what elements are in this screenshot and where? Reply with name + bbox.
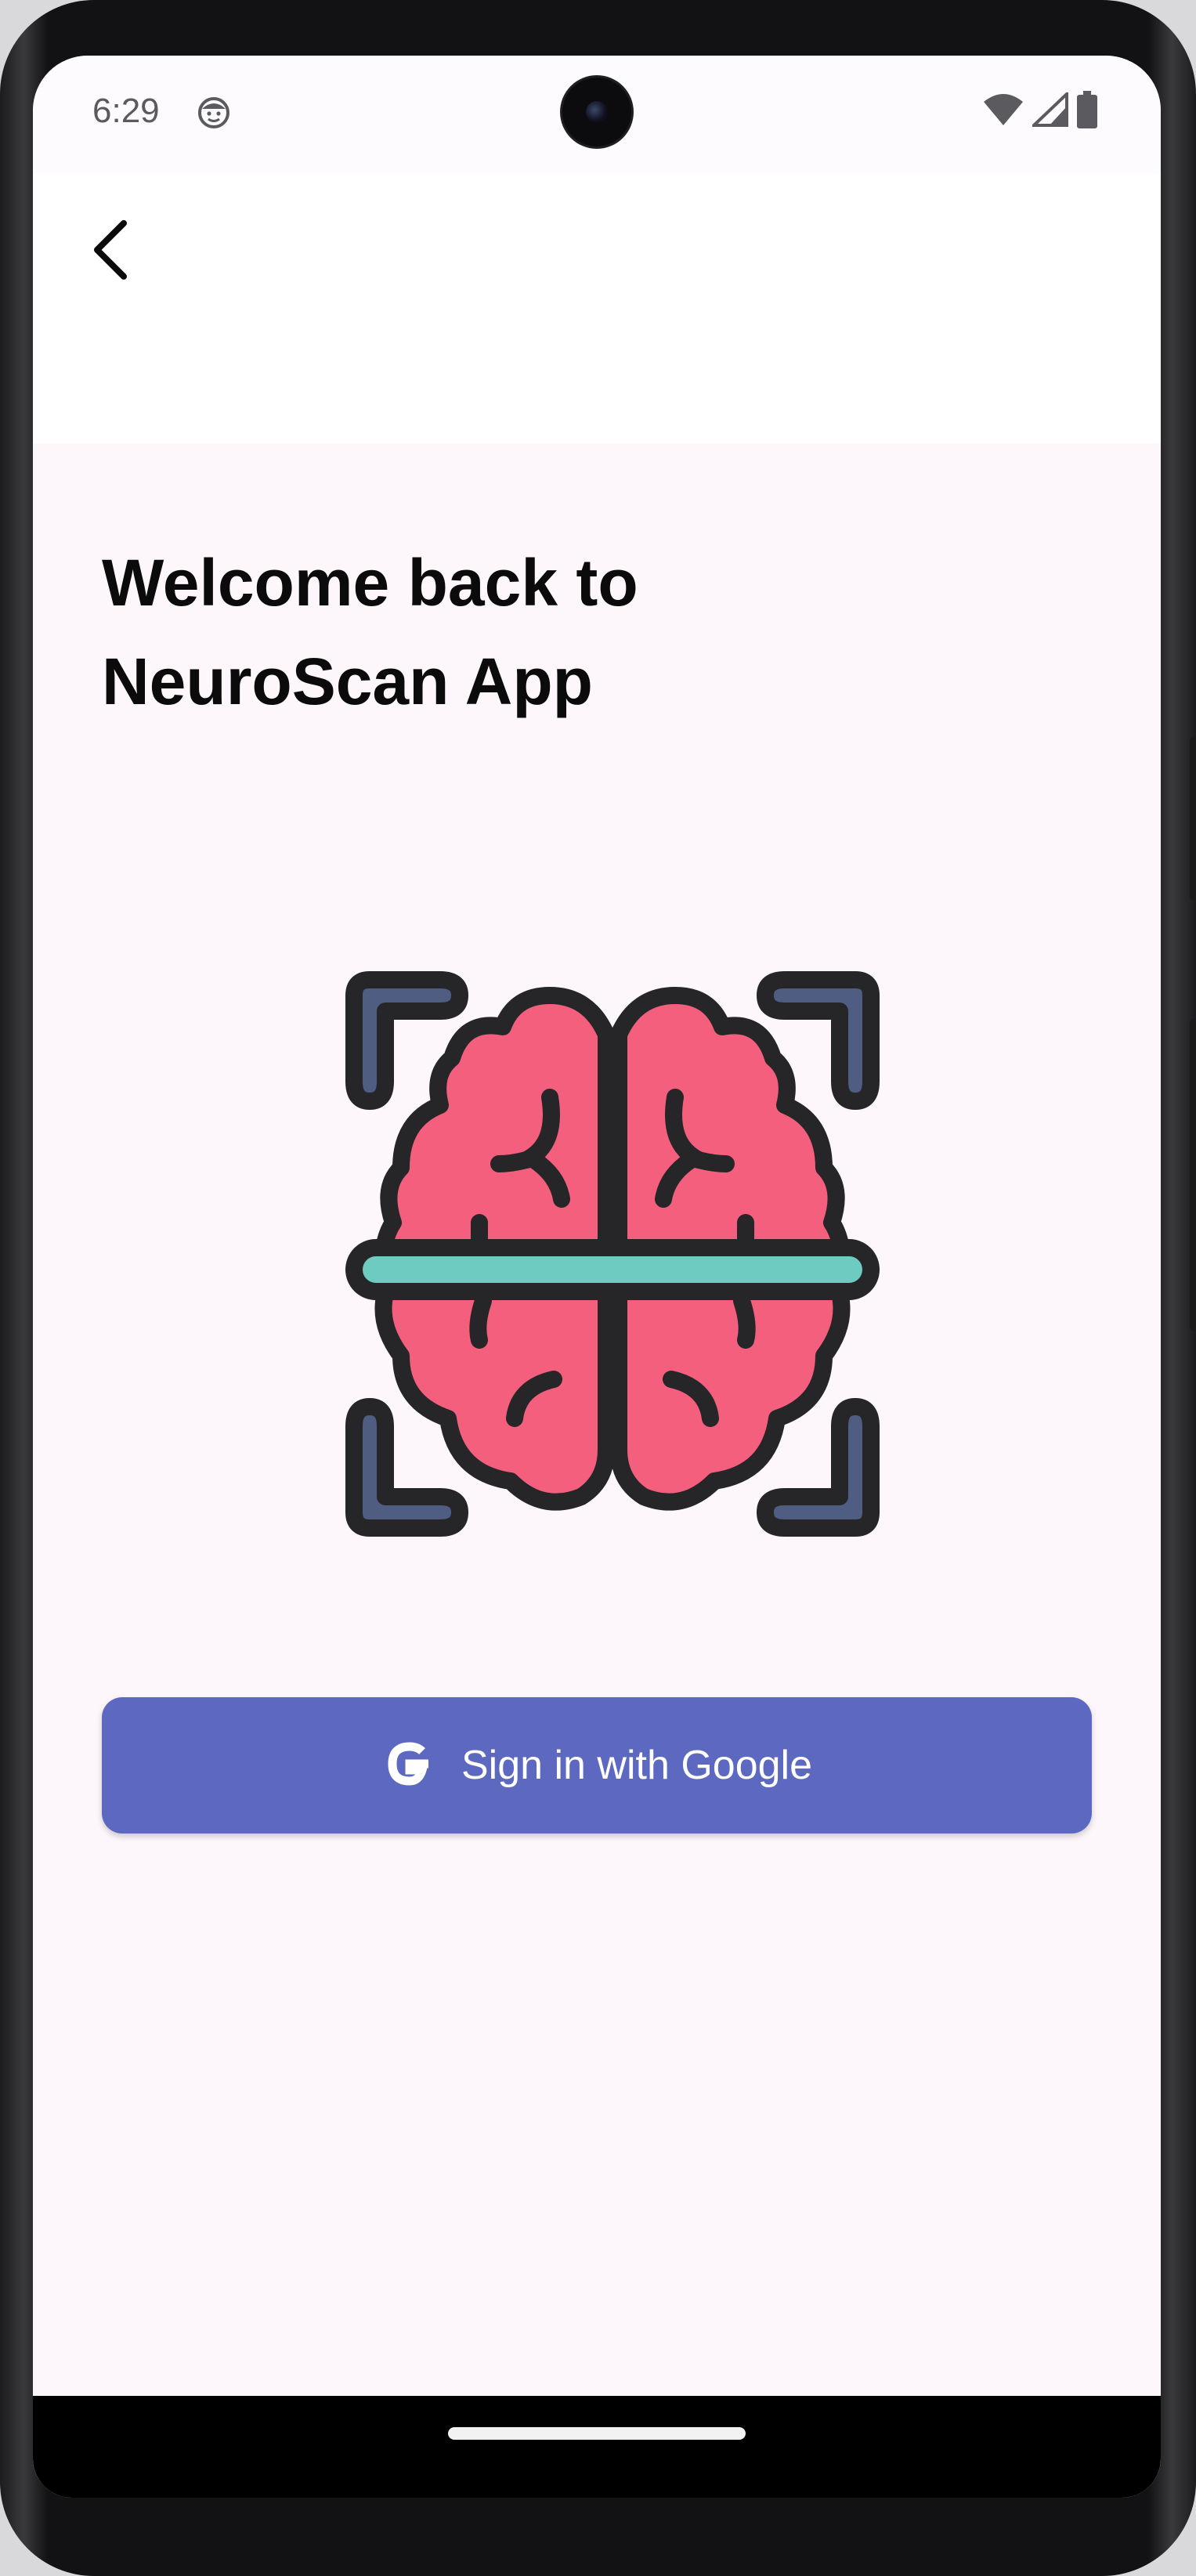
brain-scan-icon xyxy=(323,964,902,1544)
chevron-left-icon xyxy=(88,219,135,285)
welcome-title: Welcome back to NeuroScan App xyxy=(102,533,963,731)
status-icons xyxy=(982,89,1098,132)
back-button[interactable] xyxy=(64,204,158,298)
cellular-signal-icon xyxy=(1030,89,1068,131)
screen: 6:29 Welcome back to NeuroScan App Sign … xyxy=(33,56,1161,2498)
battery-icon xyxy=(1076,90,1098,132)
welcome-title-line1: Welcome back to xyxy=(102,546,638,620)
status-bar: 6:29 xyxy=(33,56,1161,173)
navigation-bar xyxy=(33,2396,1161,2498)
power-button xyxy=(1190,736,1196,901)
google-g-icon xyxy=(381,1736,438,1796)
volume-button xyxy=(1190,1018,1196,1331)
front-camera xyxy=(562,78,631,146)
status-time: 6:29 xyxy=(92,92,160,130)
wifi-icon xyxy=(982,92,1024,131)
phone-frame: 6:29 Welcome back to NeuroScan App Sign … xyxy=(0,0,1196,2576)
welcome-title-line2: NeuroScan App xyxy=(102,645,593,718)
sign-in-with-google-button[interactable]: Sign in with Google xyxy=(102,1697,1092,1834)
face-notification-icon xyxy=(197,96,230,129)
sign-in-label: Sign in with Google xyxy=(461,1743,813,1788)
home-gesture-handle[interactable] xyxy=(448,2427,746,2440)
